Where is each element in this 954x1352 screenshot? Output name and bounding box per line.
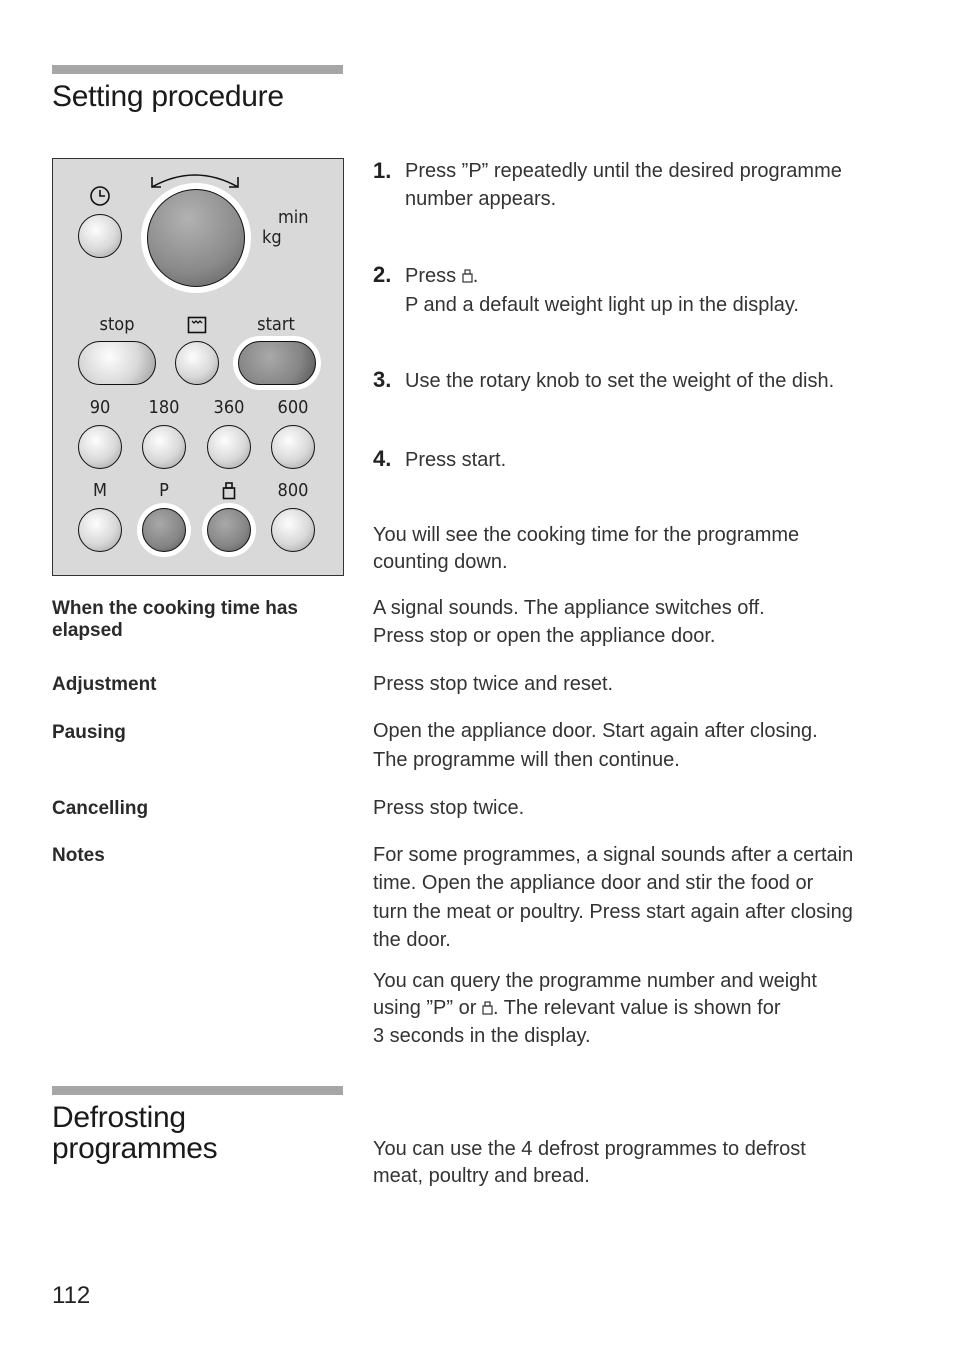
power-90-button[interactable]	[78, 425, 122, 469]
label-360: 360	[213, 397, 245, 418]
row-label-adjustment: Adjustment	[52, 674, 157, 695]
section-rule	[52, 65, 343, 74]
step-number: 3.	[373, 367, 392, 392]
row-text: turn the meat or poultry. Press start ag…	[373, 901, 853, 923]
row-text: Open the appliance door. Start again aft…	[373, 720, 818, 742]
row-text: Press stop twice and reset.	[373, 673, 614, 695]
power-360-button[interactable]	[207, 425, 251, 469]
notes-text-prefix: using ”P” or	[373, 997, 482, 1019]
notes-text-suffix: . The relevant value is shown for	[492, 997, 781, 1019]
label-180: 180	[148, 397, 180, 418]
rotary-knob[interactable]	[147, 189, 245, 287]
label-p: P	[159, 480, 169, 501]
notes-text: You can query the programme number and w…	[373, 970, 817, 992]
defrost-intro-text: meat, poultry and bread.	[373, 1165, 590, 1187]
row-text: Press stop or open the appliance door.	[373, 625, 716, 647]
countdown-text: counting down.	[373, 551, 508, 573]
row-text: For some programmes, a signal sounds aft…	[373, 844, 854, 866]
knob-label-min: min	[278, 207, 309, 228]
rotate-arrow-icon	[151, 174, 239, 188]
clock-icon	[90, 186, 110, 206]
weight-button[interactable]	[207, 508, 251, 552]
programme-button[interactable]	[142, 508, 186, 552]
row-text: time. Open the appliance door and stir t…	[373, 872, 814, 894]
step-text: P and a default weight light up in the d…	[405, 294, 799, 316]
row-label-notes: Notes	[52, 845, 105, 866]
power-180-button[interactable]	[142, 425, 186, 469]
start-button[interactable]	[238, 341, 316, 385]
timer-button[interactable]	[78, 214, 122, 258]
label-600: 600	[277, 397, 309, 418]
memory-button[interactable]	[78, 508, 122, 552]
power-600-button[interactable]	[271, 425, 315, 469]
power-800-button[interactable]	[271, 508, 315, 552]
control-panel-illustration: min kg stop start 90 180 360 600 M P 800	[52, 158, 344, 576]
stop-button[interactable]	[78, 341, 156, 385]
step-text: Press ”P” repeatedly until the desired p…	[405, 160, 842, 182]
oven-icon	[187, 316, 207, 334]
row-text: the door.	[373, 929, 451, 951]
label-90: 90	[89, 397, 111, 418]
page-number: 112	[52, 1282, 91, 1309]
step-text: number appears.	[405, 188, 557, 210]
label-800: 800	[277, 480, 309, 501]
step-number: 2.	[373, 262, 392, 287]
step-text: Press start.	[405, 449, 507, 471]
defrost-intro-text: You can use the 4 defrost programmes to …	[373, 1138, 806, 1160]
step-number: 1.	[373, 158, 392, 183]
start-label: start	[257, 314, 295, 335]
section-rule	[52, 1086, 343, 1095]
row-label-elapsed: elapsed	[52, 620, 123, 641]
knob-label-kg: kg	[262, 227, 282, 248]
step-text: Press .	[405, 262, 478, 290]
step-text-prefix: Press	[405, 265, 462, 287]
section-title-setting-procedure: Setting procedure	[52, 80, 284, 113]
weight-icon	[222, 482, 236, 500]
row-label-elapsed: When the cooking time has	[52, 598, 298, 619]
step-number: 4.	[373, 446, 392, 471]
row-label-cancelling: Cancelling	[52, 798, 149, 819]
oven-button[interactable]	[175, 341, 219, 385]
row-text: The programme will then continue.	[373, 749, 680, 771]
label-m: M	[93, 480, 107, 501]
row-label-pausing: Pausing	[52, 722, 126, 743]
weight-icon	[462, 269, 473, 283]
notes-text: using ”P” or . The relevant value is sho…	[373, 994, 781, 1022]
row-text: A signal sounds. The appliance switches …	[373, 597, 765, 619]
stop-label: stop	[99, 314, 135, 335]
notes-text: 3 seconds in the display.	[373, 1025, 591, 1047]
step-text-suffix: .	[472, 265, 479, 287]
weight-icon	[482, 1001, 493, 1015]
countdown-text: You will see the cooking time for the pr…	[373, 524, 800, 546]
section-title-defrosting-line1: Defrosting	[52, 1101, 186, 1134]
row-text: Press stop twice.	[373, 797, 525, 819]
step-text: Use the rotary knob to set the weight of…	[405, 370, 835, 392]
section-title-defrosting-line2: programmes	[52, 1132, 218, 1165]
